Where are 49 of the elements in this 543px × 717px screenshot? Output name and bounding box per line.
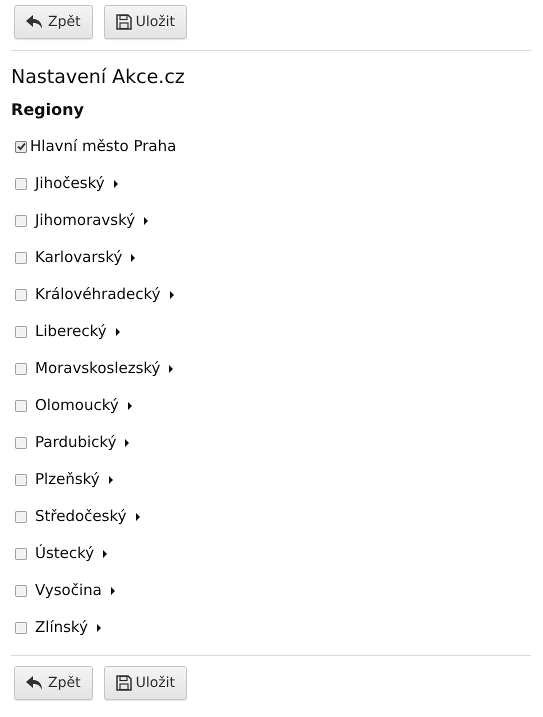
region-label[interactable]: Středočeský — [35, 505, 126, 528]
expand-caret-icon[interactable] — [170, 290, 174, 298]
expand-caret-icon[interactable] — [131, 254, 136, 262]
checkbox[interactable] — [15, 436, 27, 448]
checkbox[interactable] — [15, 622, 27, 634]
checkbox[interactable] — [15, 214, 27, 226]
back-button[interactable]: Zpět — [14, 666, 93, 700]
reply-arrow-icon — [26, 14, 44, 30]
expand-caret-icon[interactable] — [110, 586, 115, 594]
region-label[interactable]: Liberecký — [35, 320, 107, 343]
region-label[interactable]: Pardubický — [35, 431, 116, 454]
checkbox[interactable] — [15, 326, 27, 338]
save-button[interactable]: Uložit — [104, 666, 188, 700]
expand-caret-icon[interactable] — [96, 624, 101, 632]
checkbox[interactable] — [15, 288, 27, 300]
reply-arrow-icon — [26, 675, 44, 691]
expand-caret-icon[interactable] — [128, 402, 132, 410]
checkbox[interactable] — [15, 548, 27, 560]
region-label[interactable]: Jihomoravský — [35, 209, 136, 232]
region-label[interactable]: Karlovarský — [35, 246, 122, 269]
region-label[interactable]: Jihočeský — [35, 172, 105, 195]
expand-caret-icon[interactable] — [116, 328, 120, 336]
expand-caret-icon[interactable] — [144, 216, 148, 224]
checkbox[interactable] — [15, 400, 27, 412]
page-title: Nastavení Akce.cz — [11, 65, 186, 89]
region-label[interactable]: Plzeňský — [35, 468, 100, 491]
region-label[interactable]: Vysočina — [35, 579, 102, 602]
expand-caret-icon[interactable] — [108, 476, 113, 484]
section-heading: Regiony — [11, 99, 85, 121]
expand-caret-icon[interactable] — [114, 180, 118, 188]
region-label[interactable]: Moravskoslezský — [35, 357, 160, 380]
expand-caret-icon[interactable] — [103, 550, 108, 558]
expand-caret-icon[interactable] — [125, 438, 130, 446]
checkbox[interactable] — [15, 510, 27, 522]
checkbox[interactable] — [15, 178, 27, 190]
region-label[interactable]: Ústecký — [35, 542, 94, 565]
checkbox[interactable] — [15, 362, 27, 374]
checkbox[interactable] — [15, 140, 27, 152]
region-label[interactable]: Zlínský — [35, 616, 88, 639]
checkbox[interactable] — [15, 474, 27, 486]
region-label[interactable]: Hlavní město Praha — [30, 135, 176, 158]
region-label[interactable]: Olomoucký — [35, 394, 119, 417]
back-button[interactable]: Zpět — [14, 5, 93, 39]
region-label[interactable]: Královéhradecký — [35, 283, 161, 306]
expand-caret-icon[interactable] — [169, 364, 174, 372]
checkbox[interactable] — [15, 584, 27, 596]
checkbox[interactable] — [15, 252, 27, 264]
expand-caret-icon[interactable] — [136, 512, 140, 520]
save-button[interactable]: Uložit — [104, 5, 188, 39]
